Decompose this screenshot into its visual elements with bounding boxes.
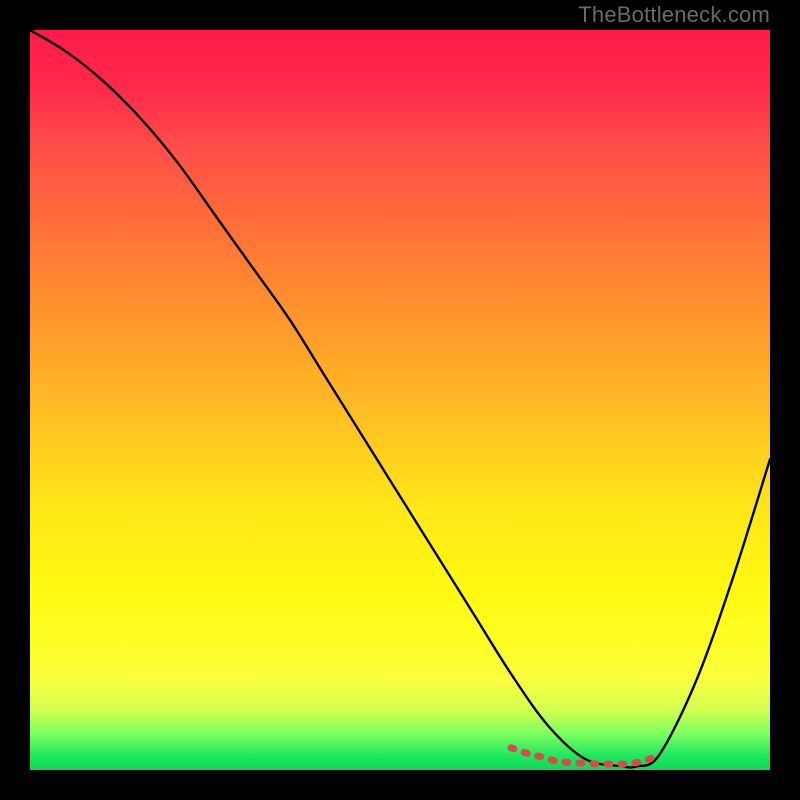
bottleneck-curve-line bbox=[30, 30, 770, 767]
chart-container: TheBottleneck.com bbox=[0, 0, 800, 800]
optimal-range-marker-line bbox=[511, 748, 659, 764]
plot-area bbox=[30, 30, 770, 770]
watermark-text: TheBottleneck.com bbox=[578, 2, 770, 28]
chart-svg bbox=[30, 30, 770, 770]
curve-group bbox=[30, 30, 770, 767]
